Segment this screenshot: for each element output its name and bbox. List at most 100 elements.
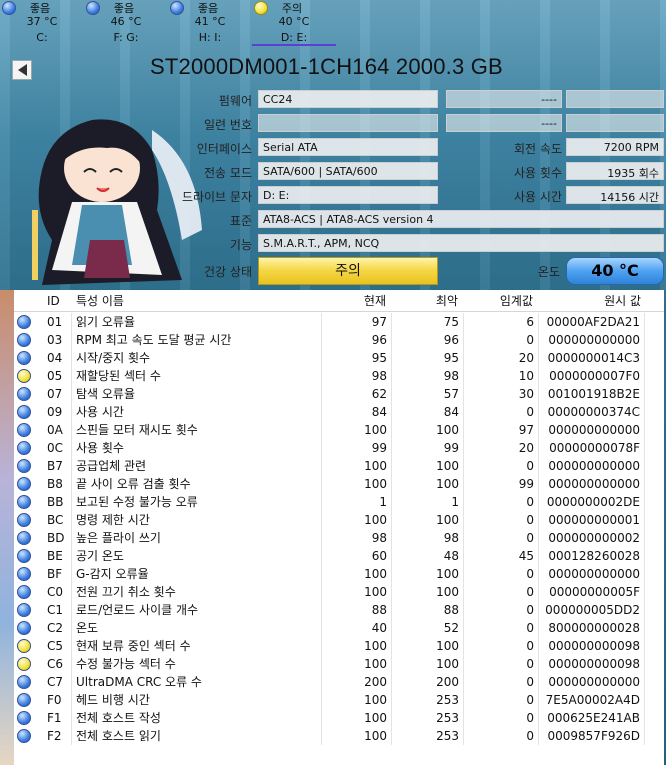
attr-name: 사용 시간 — [72, 403, 322, 421]
table-row[interactable]: 05 재할당된 섹터 수 98 98 10 0000000007F0 — [14, 367, 664, 385]
header-threshold[interactable]: 임계값 — [464, 290, 539, 311]
attr-worst: 48 — [392, 547, 464, 565]
attr-worst: 98 — [392, 529, 464, 547]
attr-worst: 253 — [392, 709, 464, 727]
header-name[interactable]: 특성 이름 — [72, 290, 322, 311]
table-row[interactable]: 0A 스핀들 모터 재시도 횟수 100 100 97 000000000000 — [14, 421, 664, 439]
status-dot-icon — [17, 405, 31, 419]
attr-current: 98 — [322, 367, 392, 385]
attr-worst: 100 — [392, 565, 464, 583]
table-row[interactable]: F0 헤드 비행 시간 100 253 0 7E5A00002A4D — [14, 691, 664, 709]
attr-id: C1 — [34, 601, 72, 619]
tab-drive: H: I: — [198, 31, 222, 44]
status-dot-icon — [17, 495, 31, 509]
status-dot-cell — [14, 403, 34, 421]
attr-threshold: 0 — [464, 655, 539, 673]
attr-name: UltraDMA CRC 오류 수 — [72, 673, 322, 691]
tab-status: 주의 — [281, 2, 303, 15]
table-row[interactable]: 0C 사용 횟수 99 99 20 00000000078F — [14, 439, 664, 457]
arrow-left-icon — [17, 64, 27, 76]
attr-current: 100 — [322, 583, 392, 601]
attr-worst: 96 — [392, 331, 464, 349]
table-row[interactable]: 01 읽기 오류율 97 75 6 00000AF2DA21 — [14, 313, 664, 331]
smart-table: ID 특성 이름 현재 최악 임계값 원시 값 01 읽기 오류율 97 75 6 000… — [14, 290, 664, 765]
attr-threshold: 30 — [464, 385, 539, 403]
attr-id: 05 — [34, 367, 72, 385]
disk-tab[interactable]: 좋음 46 °C F: G: — [84, 0, 168, 48]
status-dot-cell — [14, 349, 34, 367]
header-raw[interactable]: 원시 값 — [539, 290, 645, 311]
attr-name: 공급업체 관련 — [72, 457, 322, 475]
tab-drive: C: — [36, 31, 48, 44]
rotation-label: 회전 속도 — [514, 142, 562, 156]
transfer-field: SATA/600 | SATA/600 — [258, 162, 438, 180]
firmware-label: 펌웨어 — [218, 94, 252, 108]
status-dot-icon — [17, 315, 31, 329]
attr-name: 명령 제한 시간 — [72, 511, 322, 529]
right-field-1b — [566, 90, 664, 108]
right-field-2b — [566, 114, 664, 132]
attr-current: 84 — [322, 403, 392, 421]
table-row[interactable]: BF G-감지 오류율 100 100 0 000000000000 — [14, 565, 664, 583]
disk-tab-active[interactable]: 주의 40 °C D: E: — [252, 0, 336, 48]
table-row[interactable]: BD 높은 플라이 쓰기 98 98 0 000000000002 — [14, 529, 664, 547]
previous-disk-button[interactable] — [12, 60, 32, 80]
drive-letter-field: D: E: — [258, 186, 438, 204]
table-row[interactable]: BB 보고된 수정 불가능 오류 1 1 0 0000000002DE — [14, 493, 664, 511]
attr-name: 수정 불가능 섹터 수 — [72, 655, 322, 673]
table-row[interactable]: C6 수정 불가능 섹터 수 100 100 0 000000000098 — [14, 655, 664, 673]
attr-worst: 200 — [392, 673, 464, 691]
attr-current: 100 — [322, 655, 392, 673]
health-label: 건강 상태 — [204, 265, 252, 279]
table-row[interactable]: 03 RPM 최고 속도 도달 평균 시간 96 96 0 000000000000 — [14, 331, 664, 349]
disk-tab[interactable]: 좋음 41 °C H: I: — [168, 0, 252, 48]
attr-current: 100 — [322, 421, 392, 439]
attr-threshold: 0 — [464, 673, 539, 691]
attr-raw: 00000000078F — [539, 439, 645, 457]
table-row[interactable]: BE 공기 온도 60 48 45 000128260028 — [14, 547, 664, 565]
attr-id: C2 — [34, 619, 72, 637]
attr-current: 100 — [322, 691, 392, 709]
table-header: ID 특성 이름 현재 최악 임계값 원시 값 — [14, 290, 664, 312]
status-dot-icon — [17, 585, 31, 599]
status-dot-cell — [14, 493, 34, 511]
disk-tab[interactable]: 좋음 37 °C C: — [0, 0, 84, 48]
table-row[interactable]: C2 온도 40 52 0 800000000028 — [14, 619, 664, 637]
table-row[interactable]: C5 현재 보류 중인 섹터 수 100 100 0 000000000098 — [14, 637, 664, 655]
header-current[interactable]: 현재 — [322, 290, 392, 311]
table-row[interactable]: 09 사용 시간 84 84 0 00000000374C — [14, 403, 664, 421]
attr-threshold: 45 — [464, 547, 539, 565]
status-dot-icon — [17, 711, 31, 725]
table-row[interactable]: C0 전원 끄기 취소 횟수 100 100 0 00000000005F — [14, 583, 664, 601]
power-count-field: 1935 회수 — [566, 162, 664, 180]
status-dot-cell — [14, 313, 34, 331]
attr-name: 현재 보류 중인 섹터 수 — [72, 637, 322, 655]
attr-raw: 00000AF2DA21 — [539, 313, 645, 331]
attr-threshold: 0 — [464, 565, 539, 583]
header-id[interactable]: ID — [34, 290, 72, 311]
table-row[interactable]: BC 명령 제한 시간 100 100 0 000000000001 — [14, 511, 664, 529]
table-row[interactable]: F1 전체 호스트 작성 100 253 0 000625E241AB — [14, 709, 664, 727]
attr-threshold: 0 — [464, 493, 539, 511]
attr-current: 100 — [322, 727, 392, 745]
header-worst[interactable]: 최악 — [392, 290, 464, 311]
health-status-button[interactable]: 주의 — [258, 257, 438, 285]
table-row[interactable]: F2 전체 호스트 읽기 100 253 0 0009857F926D — [14, 727, 664, 745]
table-row[interactable]: C1 로드/언로드 사이클 개수 88 88 0 000000005DD2 — [14, 601, 664, 619]
power-hours-field: 14156 시간 — [566, 186, 664, 204]
table-row[interactable]: 07 탐색 오류율 62 57 30 001001918B2E — [14, 385, 664, 403]
status-dot-icon — [170, 1, 184, 15]
attr-raw: 000000000000 — [539, 421, 645, 439]
attr-worst: 100 — [392, 475, 464, 493]
table-row[interactable]: 04 시작/중지 횟수 95 95 20 0000000014C3 — [14, 349, 664, 367]
status-dot-cell — [14, 439, 34, 457]
serial-field — [258, 114, 438, 132]
table-row[interactable]: C7 UltraDMA CRC 오류 수 200 200 0 000000000000 — [14, 673, 664, 691]
tab-temp: 46 °C — [110, 15, 142, 28]
temperature-label: 온도 — [537, 265, 560, 279]
attr-threshold: 0 — [464, 727, 539, 745]
attr-raw: 000000000000 — [539, 673, 645, 691]
attr-name: 시작/중지 횟수 — [72, 349, 322, 367]
table-row[interactable]: B8 끝 사이 오류 검출 횟수 100 100 99 000000000000 — [14, 475, 664, 493]
table-row[interactable]: B7 공급업체 관련 100 100 0 000000000000 — [14, 457, 664, 475]
